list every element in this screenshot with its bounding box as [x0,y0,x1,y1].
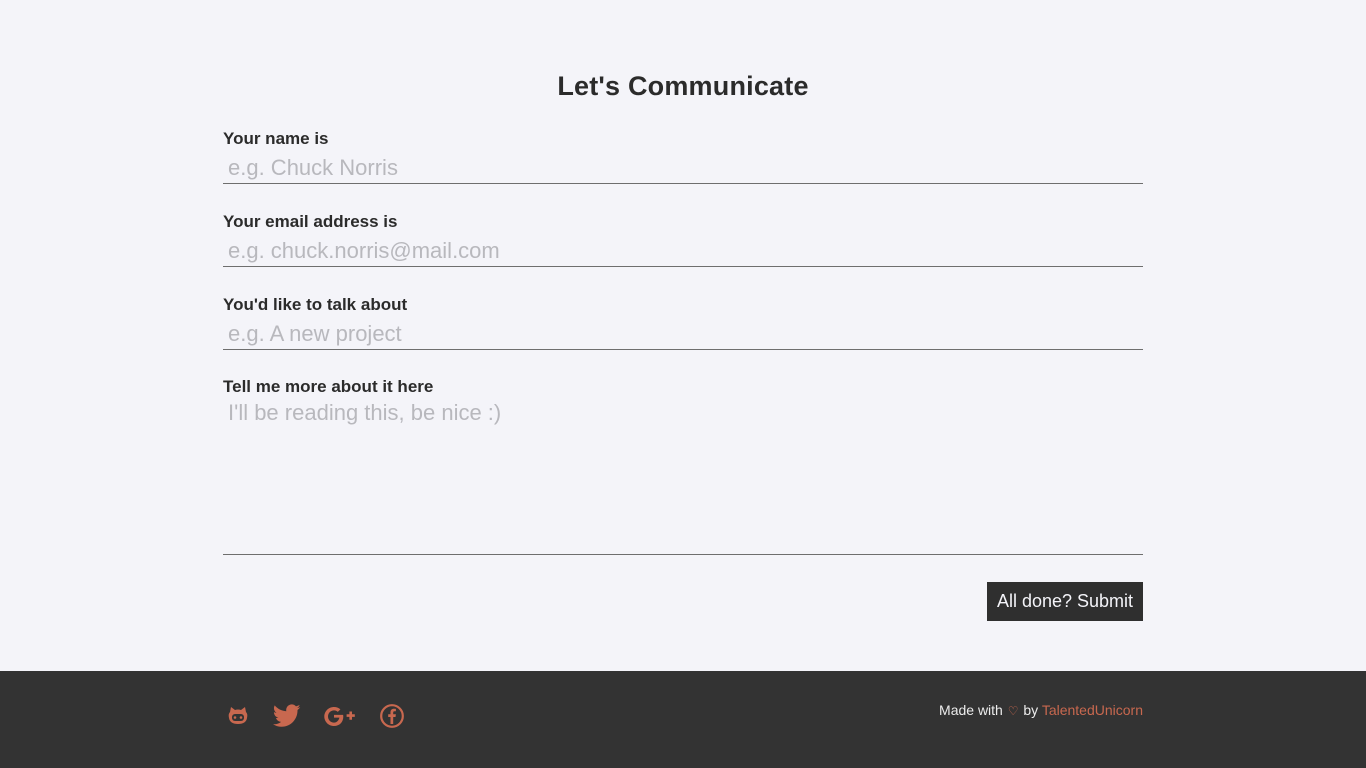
page-title: Let's Communicate [557,71,809,101]
heart-icon: ♡ [1007,704,1019,718]
message-label: Tell me more about it here [223,377,434,396]
message-textarea[interactable] [223,398,1143,555]
github-icon[interactable] [225,703,251,729]
submit-button[interactable]: All done? Submit [987,582,1143,621]
social-links [225,703,427,729]
email-label: Your email address is [223,212,398,231]
topic-input[interactable] [223,318,1143,350]
credit-by: by [1023,702,1039,718]
topic-label: You'd like to talk about [223,295,408,314]
page: Let's Communicate Your name is Your emai… [0,0,1366,768]
footer-credit: Made with ♡ by TalentedUnicorn [939,702,1143,718]
footer: Made with ♡ by TalentedUnicorn [0,671,1366,768]
credit-prefix: Made with [939,702,1003,718]
name-input[interactable] [223,152,1143,184]
author-link[interactable]: TalentedUnicorn [1042,702,1143,718]
google-plus-icon[interactable] [323,703,357,729]
name-label: Your name is [223,129,329,148]
facebook-icon[interactable] [379,703,405,729]
contact-form: Let's Communicate Your name is Your emai… [223,0,1143,671]
email-input[interactable] [223,235,1143,267]
twitter-icon[interactable] [273,703,301,729]
